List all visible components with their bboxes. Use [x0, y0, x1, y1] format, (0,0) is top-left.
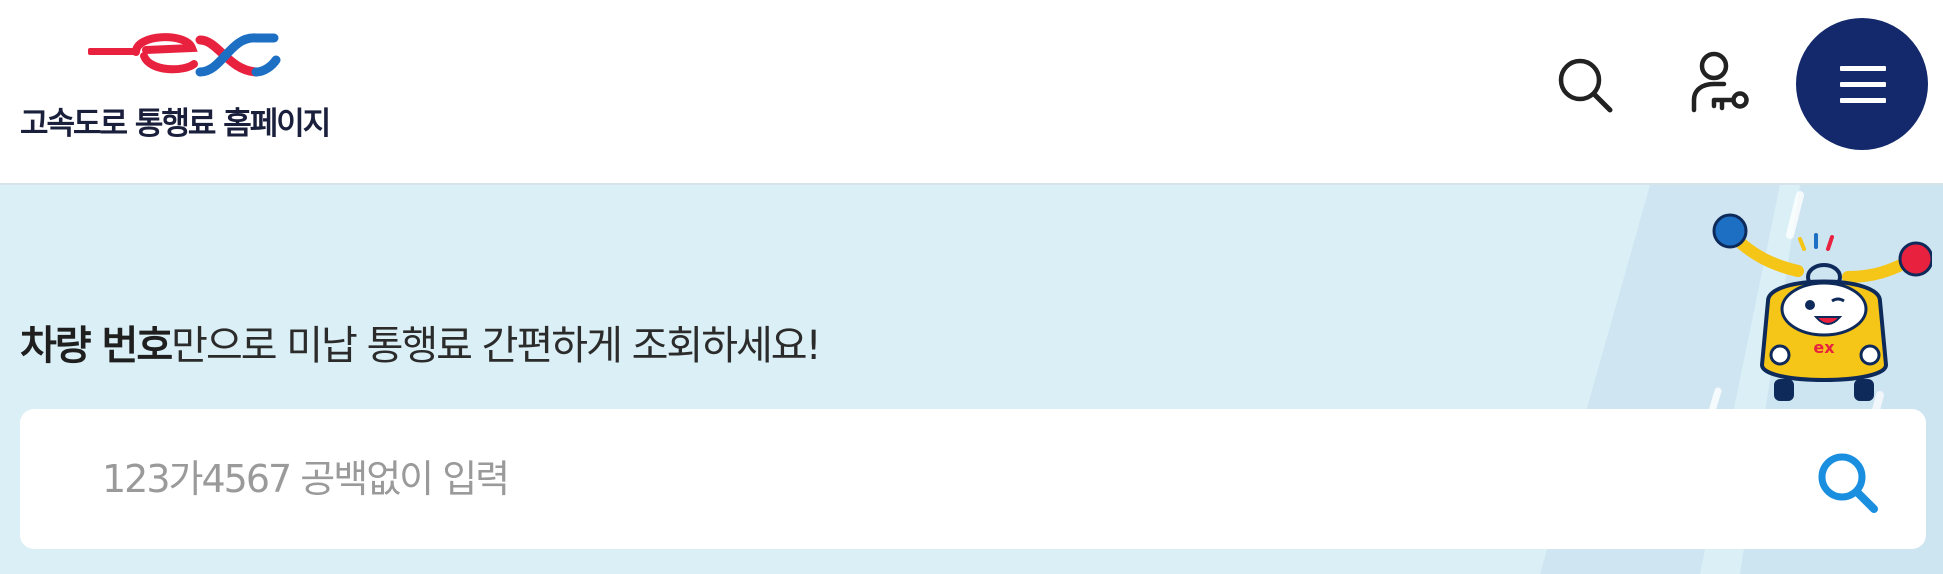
user-key-icon[interactable]: [1682, 48, 1752, 118]
search-icon[interactable]: [1550, 50, 1620, 120]
vehicle-search-box: [20, 409, 1926, 549]
hamburger-bar: [1840, 82, 1886, 87]
hero-headline: 차량 번호만으로 미납 통행료 간편하게 조회하세요!: [20, 313, 822, 371]
ex-car-mascot-icon: ex: [1712, 213, 1932, 401]
hamburger-bar: [1840, 98, 1886, 103]
hero-section: 차량 번호만으로 미납 통행료 간편하게 조회하세요! ex: [0, 185, 1943, 574]
ex-logo-icon: [88, 33, 281, 77]
vehicle-number-input[interactable]: [80, 439, 1802, 519]
site-header: 고속도로 통행료 홈페이지: [0, 0, 1943, 185]
search-icon[interactable]: [1810, 445, 1886, 521]
svg-text:ex: ex: [1813, 338, 1835, 357]
headline-bold: 차량 번호: [20, 323, 173, 369]
menu-button[interactable]: [1796, 18, 1928, 150]
headline-rest: 만으로 미납 통행료 간편하게 조회하세요!: [171, 323, 821, 369]
site-logo[interactable]: 고속도로 통행료 홈페이지: [20, 26, 350, 146]
logo-title: 고속도로 통행료 홈페이지: [20, 106, 331, 142]
hamburger-menu-icon: [1840, 66, 1886, 71]
